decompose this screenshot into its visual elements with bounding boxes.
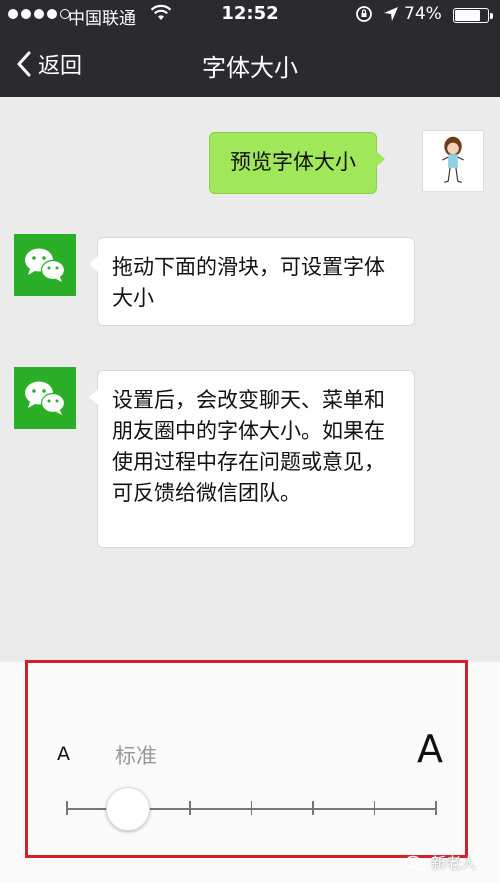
wechat-logo-icon: [25, 381, 66, 415]
location-arrow-icon: [384, 7, 398, 21]
wechat-avatar[interactable]: [14, 234, 76, 296]
watermark-text: 新老人: [431, 854, 477, 872]
top-bar: 中国联通 12:52 74% 返回 字体大小: [0, 0, 500, 97]
standard-size-label: 标准: [115, 744, 157, 768]
slider-tick: [189, 801, 191, 815]
slider-tick: [250, 801, 252, 815]
wechat-logo-icon: [25, 248, 66, 282]
large-font-label: A: [417, 727, 443, 771]
slider-tick: [312, 801, 314, 815]
slider-tick: [435, 801, 437, 815]
small-font-label: A: [57, 743, 70, 765]
preview-message-bubble: 预览字体大小: [209, 132, 385, 194]
slider-tick: [373, 801, 375, 815]
wechat-logo-icon: [405, 855, 427, 870]
font-size-slider-thumb[interactable]: [105, 787, 150, 831]
wechat-avatar[interactable]: [14, 367, 76, 429]
navigation-bar: 返回 字体大小: [0, 30, 500, 97]
slider-tick: [66, 801, 68, 815]
user-avatar[interactable]: [422, 130, 484, 192]
chat-message-bubble: 拖动下面的滑块，可设置字体大小: [89, 237, 415, 326]
status-bar: 中国联通 12:52 74%: [0, 0, 500, 30]
message-text: 设置后，会改变聊天、菜单和朋友圈中的字体大小。如果在使用过程中存在问题或意见，可…: [112, 388, 385, 505]
highlight-frame: [25, 660, 468, 858]
battery-icon: [453, 8, 493, 23]
battery-percent: 74%: [404, 4, 442, 24]
rotation-lock-icon: [356, 6, 372, 22]
message-text: 拖动下面的滑块，可设置字体大小: [112, 255, 385, 310]
message-text: 预览字体大小: [230, 150, 356, 174]
page-title: 字体大小: [202, 54, 298, 82]
phone-screen: 中国联通 12:52 74% 返回 字体大小 预览字体大小 拖动下面的滑块，可设…: [0, 0, 500, 883]
cartoon-girl-avatar-icon: [442, 136, 464, 183]
chat-message-bubble: 设置后，会改变聊天、菜单和朋友圈中的字体大小。如果在使用过程中存在问题或意见，可…: [89, 370, 415, 548]
watermark: 新老人: [405, 852, 476, 873]
